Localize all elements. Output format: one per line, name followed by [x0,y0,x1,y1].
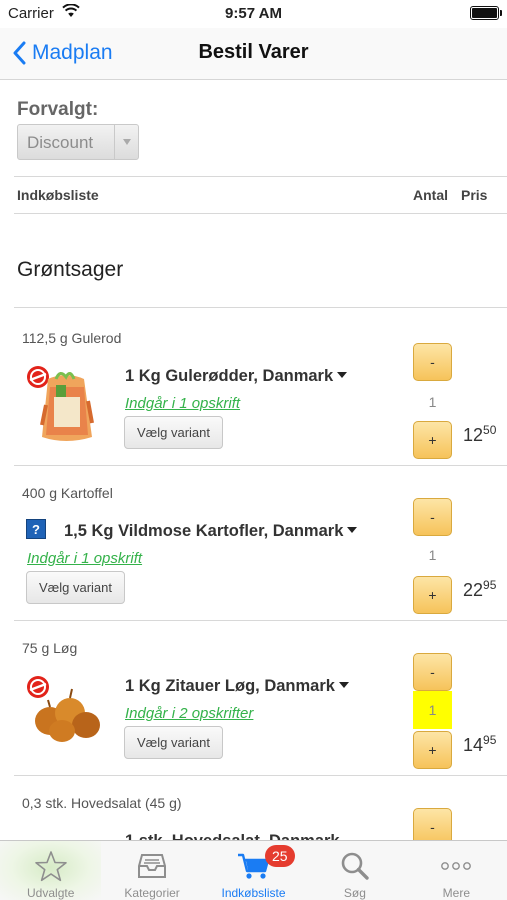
divider [14,307,507,308]
tab-label: Søg [343,886,366,900]
recipe-link[interactable]: Indgår i 1 opskrift [27,550,142,567]
price: 1495 [463,733,497,755]
category-title: Grøntsager [17,258,124,281]
preset-label: Forvalgt: [17,99,99,120]
increment-button[interactable]: + [413,576,452,614]
product-name[interactable]: 1,5 Kg Vildmose Kartofler, Danmark [64,522,358,541]
caret-down-icon [338,682,349,688]
quantity-value[interactable]: 1 [413,383,452,421]
unknown-product-icon: ? [26,519,46,544]
tab-categories[interactable]: Kategorier [101,841,202,900]
tab-shopping-list[interactable]: 25 Indkøbsliste [203,841,304,900]
quantity-value[interactable]: 1 [413,536,452,574]
list-header: Indkøbsliste Antal Pris [14,176,507,214]
requirement-text: 0,3 stk. Hovedsalat (45 g) [22,795,182,811]
search-icon [340,849,370,883]
screen: Carrier 9:57 AM Madplan Bestil Varer For… [0,0,507,900]
recipe-link[interactable]: Indgår i 2 opskrifter [125,705,253,722]
chevron-down-icon [114,125,138,159]
navigation-bar: Madplan Bestil Varer [0,28,507,80]
caret-down-icon [337,372,348,378]
star-icon [34,849,68,883]
price-column-header: Pris [461,187,488,203]
requirement-text: 112,5 g Gulerod [22,330,122,346]
list-item: 400 g Kartoffel ? 1,5 Kg Vildmose Kartof… [0,465,507,621]
store-preset-value: Discount [27,133,94,152]
cart-count-badge: 25 [264,845,295,867]
decrement-button[interactable]: - [413,653,452,691]
back-label: Madplan [32,41,113,64]
chevron-left-icon [13,41,26,65]
list-column-header: Indkøbsliste [17,187,99,203]
clock: 9:57 AM [225,5,282,22]
tab-more[interactable]: Mere [406,841,507,900]
svg-text:?: ? [32,522,40,537]
quantity-column-header: Antal [413,187,448,203]
increment-button[interactable]: + [413,421,452,459]
requirement-text: 75 g Løg [22,640,78,656]
choose-variant-button[interactable]: Vælg variant [26,571,125,604]
recipe-link[interactable]: Indgår i 1 opskrift [125,395,240,412]
requirement-text: 400 g Kartoffel [22,485,113,501]
tab-featured[interactable]: Udvalgte [0,841,102,900]
tab-label: Mere [442,886,470,900]
back-button[interactable]: Madplan [12,38,113,68]
increment-button[interactable]: + [413,731,452,769]
store-preset-select[interactable]: Discount [17,124,139,160]
list-item: 75 g Løg 1 Kg Zitauer Løg, Danmark Indgå… [0,620,507,776]
tab-search[interactable]: Søg [304,841,405,900]
price: 2295 [463,578,497,600]
status-bar: Carrier 9:57 AM [0,0,507,28]
battery-icon [470,6,502,20]
list-item: 112,5 g Gulerod 1 Kg Gulerødder, Danmark… [0,310,507,466]
quantity-value[interactable]: 1 [413,691,452,729]
tab-label: Indkøbsliste [221,886,286,900]
tab-label: Kategorier [124,886,180,900]
choose-variant-button[interactable]: Vælg variant [124,416,223,449]
choose-variant-button[interactable]: Vælg variant [124,726,223,759]
onions-image [26,685,106,745]
tab-label: Udvalgte [27,886,75,900]
more-icon [440,849,472,883]
tab-bar: Udvalgte Kategorier 25 Indkøbsliste Søg [0,840,507,900]
tray-icon [137,849,167,883]
decrement-button[interactable]: - [413,343,452,381]
carrots-image [26,365,106,447]
decrement-button[interactable]: - [413,498,452,536]
price: 1250 [463,423,497,445]
caret-down-icon [347,527,358,533]
product-name[interactable]: 1 Kg Gulerødder, Danmark [125,367,348,386]
product-name[interactable]: 1 Kg Zitauer Løg, Danmark [125,677,349,696]
